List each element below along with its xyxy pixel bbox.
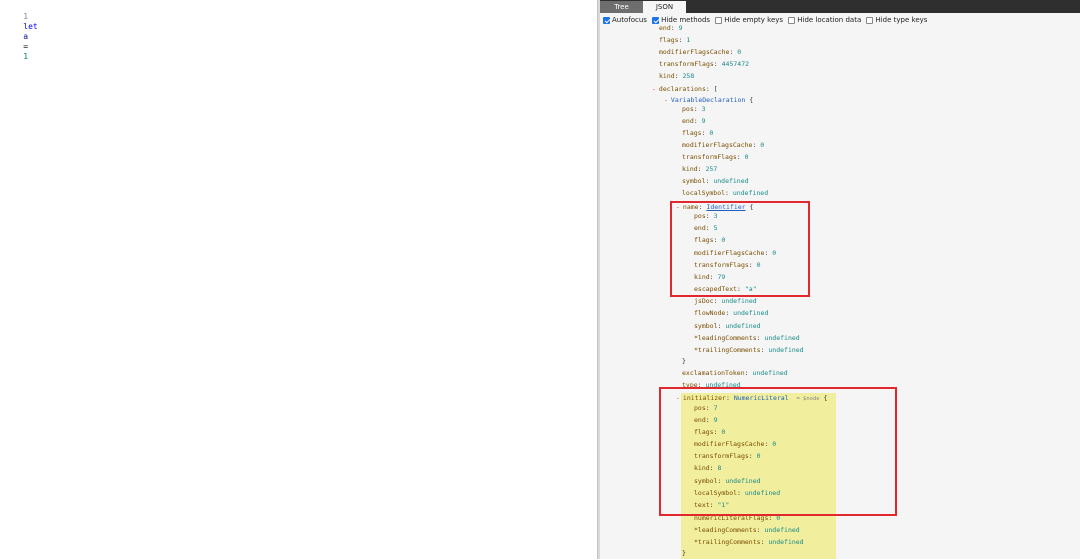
tree-row-transformflags: transformFlags: 0 [682,153,749,161]
tree-row-transformflags: transformFlags: 4457472 [659,60,750,68]
tree-row-flags: flags: 1 [659,36,691,44]
tree-row-close-brace: } [682,549,686,557]
tree-row-variabledeclaration[interactable]: - VariableDeclaration { [664,95,753,105]
tree-row-trailingcomments: *trailingComments: undefined [694,538,804,546]
tree-row-flags: flags: 0 [682,129,714,137]
annotation-box-name [670,201,810,297]
option-hide-empty-keys[interactable]: Hide empty keys [715,15,783,26]
tree-row-modifierflagscache: modifierFlagsCache: 0 [659,48,742,56]
option-autofocus[interactable]: Autofocus [603,15,647,26]
view-tabs: Tree JSON [600,0,1080,13]
tree-row-trailingcomments: *trailingComments: undefined [694,346,804,354]
collapse-toggle-icon[interactable]: - [664,95,668,105]
tree-row-end: end: 9 [659,24,683,32]
tree-row-modifierflagscache: modifierFlagsCache: 0 [682,141,765,149]
ast-tree: end: 9 flags: 1 modifierFlagsCache: 0 tr… [0,0,827,559]
tree-row-localsymbol: localSymbol: undefined [682,189,769,197]
tree-row-symbol: symbol: undefined [694,322,761,330]
tree-row-exclamationtoken: exclamationToken: undefined [682,369,788,377]
tree-row-declarations[interactable]: - declarations: [ [652,84,718,94]
checkbox-hide-location-data[interactable] [788,17,796,24]
tree-row-kind: kind: 257 [682,165,718,173]
tree-row-symbol: symbol: undefined [682,177,749,185]
tree-row-kind: kind: 258 [659,72,695,80]
tree-row-pos: pos: 3 [682,105,706,113]
tree-row-leadingcomments: *leadingComments: undefined [694,334,800,342]
option-hide-type-keys[interactable]: Hide type keys [866,15,927,26]
checkbox-hide-empty-keys[interactable] [715,17,723,24]
tab-tree[interactable]: Tree [600,1,643,13]
option-hide-location-data[interactable]: Hide location data [788,15,861,26]
tree-row-leadingcomments: *leadingComments: undefined [694,526,800,534]
tree-row-close-brace: } [682,357,686,365]
tree-row-flownode: flowNode: undefined [694,309,769,317]
tree-row-jsdoc: jsDoc: undefined [694,297,757,305]
collapse-toggle-icon[interactable]: - [652,84,656,94]
annotation-box-initializer [659,387,897,516]
checkbox-hide-type-keys[interactable] [866,17,874,24]
tree-row-end: end: 9 [682,117,706,125]
checkbox-autofocus[interactable] [603,17,610,24]
tab-json[interactable]: JSON [643,1,686,13]
options-bar: Autofocus Hide methods Hide empty keys H… [603,15,930,26]
